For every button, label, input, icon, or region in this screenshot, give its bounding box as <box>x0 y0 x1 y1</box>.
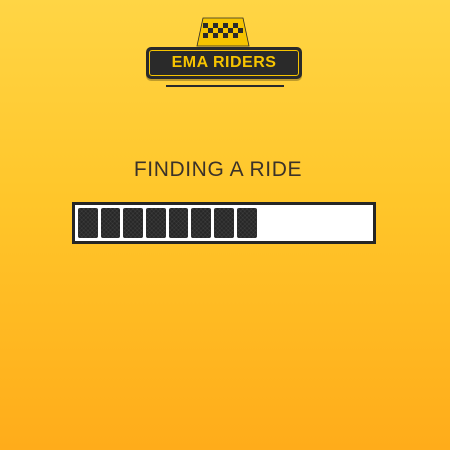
progress-segment-filled <box>236 208 257 238</box>
progress-segment-empty <box>282 208 302 238</box>
progress-segment-filled <box>78 208 98 238</box>
logo-underline <box>166 85 284 87</box>
progress-segment-filled <box>191 208 212 238</box>
progress-segment-empty <box>328 208 348 238</box>
brand-logo: EMA RIDERS <box>146 16 304 88</box>
progress-segment-filled <box>146 208 166 238</box>
taxi-sign-icon <box>196 17 250 47</box>
progress-segment-empty <box>260 208 280 238</box>
progress-segment-filled <box>214 208 234 238</box>
progress-segment-filled <box>100 208 121 238</box>
progress-segment-filled <box>123 208 144 238</box>
progress-bar <box>72 202 376 244</box>
progress-segment-empty <box>305 208 325 238</box>
brand-badge: EMA RIDERS <box>146 47 302 79</box>
progress-segment-empty <box>350 208 370 238</box>
status-title: FINDING A RIDE <box>133 158 303 181</box>
progress-segment-filled <box>168 208 189 238</box>
brand-name: EMA RIDERS <box>171 54 277 71</box>
